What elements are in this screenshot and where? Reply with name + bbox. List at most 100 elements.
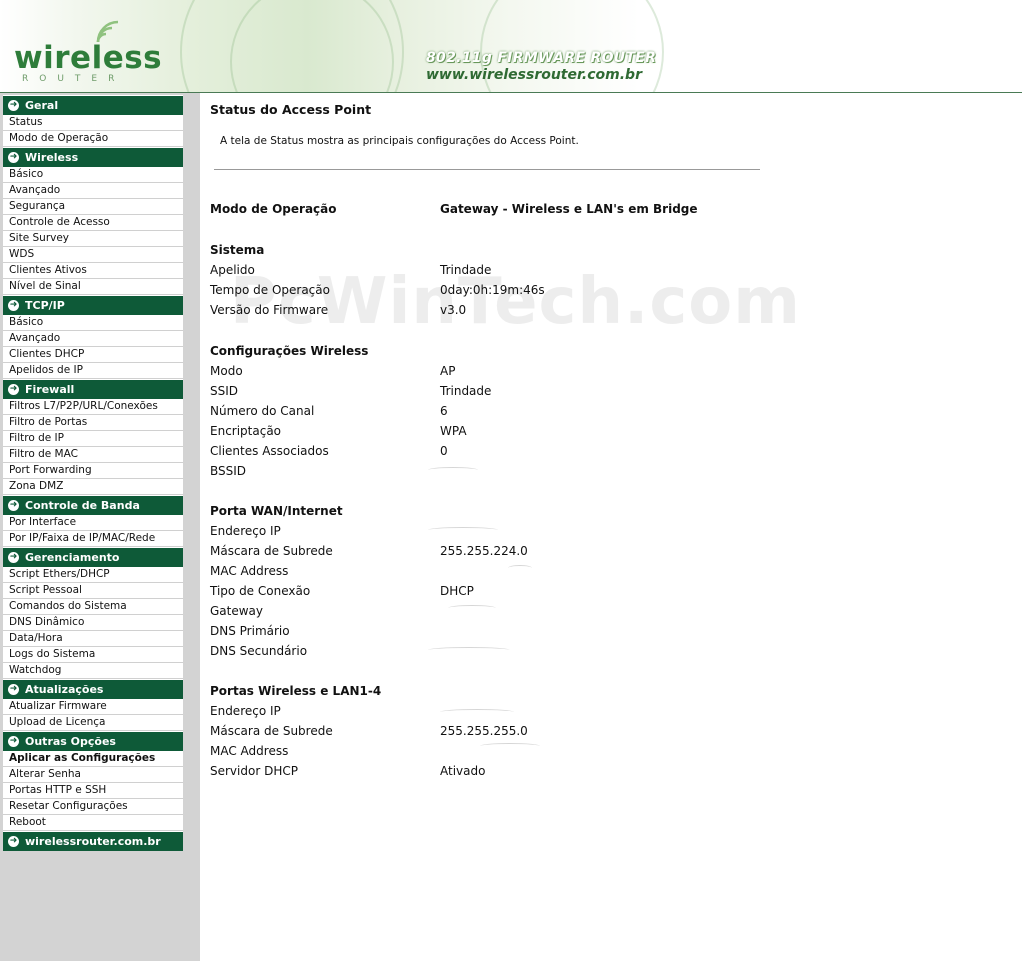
wan-row-label: MAC Address: [210, 564, 289, 578]
sidebar-item[interactable]: Aplicar as Configurações: [3, 751, 183, 767]
sidebar-section-title: Geral: [25, 99, 59, 112]
sidebar-section-5: ➜ Gerenciamento: [3, 547, 183, 567]
sidebar-item[interactable]: Logs do Sistema: [3, 647, 183, 663]
arrow-right-icon: ➜: [8, 384, 19, 395]
lan-row-value: Ativado: [440, 764, 486, 778]
wan-row-label: Máscara de Subrede: [210, 544, 333, 558]
section-heading-wireless: Configurações Wireless: [210, 344, 369, 358]
sidebar-item[interactable]: Clientes DHCP: [3, 347, 183, 363]
sidebar-item[interactable]: Port Forwarding: [3, 463, 183, 479]
sidebar-item[interactable]: DNS Dinâmico: [3, 615, 183, 631]
sidebar-item[interactable]: Apelidos de IP: [3, 363, 183, 379]
wireless-row-value: 0: [440, 444, 448, 458]
sidebar-item[interactable]: Controle de Acesso: [3, 215, 183, 231]
sidebar-item[interactable]: Filtro de IP: [3, 431, 183, 447]
sidebar-item[interactable]: WDS: [3, 247, 183, 263]
redacted-value-mark: [440, 709, 514, 715]
redacted-value-mark: [428, 467, 478, 473]
sidebar-section-7: ➜ Outras Opções: [3, 731, 183, 751]
firmware-url: www.wirelessrouter.com.br: [426, 67, 642, 83]
sidebar-section-6: ➜ Atualizações: [3, 679, 183, 699]
section-heading-wan: Porta WAN/Internet: [210, 504, 343, 518]
sidebar-item[interactable]: Filtro de Portas: [3, 415, 183, 431]
logo-wireless-text: wireless: [14, 40, 163, 76]
arrow-right-icon: ➜: [8, 684, 19, 695]
page-description: A tela de Status mostra as principais co…: [220, 135, 579, 147]
sidebar-section-3: ➜ Firewall: [3, 379, 183, 399]
sidebar-section-8[interactable]: ➜ wirelessrouter.com.br: [3, 831, 183, 851]
wan-row-label: DNS Secundário: [210, 644, 308, 658]
wan-row-value: DHCP: [440, 584, 474, 598]
wan-row-label: Gateway: [210, 604, 264, 618]
sidebar-item[interactable]: Nível de Sinal: [3, 279, 183, 295]
sidebar-section-title: Wireless: [25, 151, 79, 164]
wireless-row-label: Clientes Associados: [210, 444, 329, 458]
main-content: PcWinTech.com Status do Access Point A t…: [200, 93, 1022, 961]
sidebar-section-title: Firewall: [25, 383, 75, 396]
sidebar-item[interactable]: Reboot: [3, 815, 183, 831]
divider: [214, 169, 760, 170]
sidebar-section-0: ➜ Geral: [3, 95, 183, 115]
arrow-right-icon: ➜: [8, 100, 19, 111]
sidebar-item[interactable]: Básico: [3, 167, 183, 183]
arrow-right-icon: ➜: [8, 152, 19, 163]
wan-row-label: Tipo de Conexão: [210, 584, 311, 598]
sidebar-item[interactable]: Script Pessoal: [3, 583, 183, 599]
lan-row-label: Servidor DHCP: [210, 764, 298, 778]
sidebar: ➜ Geral Status Modo de Operação ➜ Wireless Bás…: [0, 93, 200, 961]
sidebar-section-title: Atualizações: [25, 683, 104, 696]
wireless-row-label: Número do Canal: [210, 404, 315, 418]
logo-router-text: ROUTER: [22, 74, 126, 84]
wireless-row-value: 6: [440, 404, 448, 418]
wan-row-label: Endereço IP: [210, 524, 281, 538]
section-heading-lan: Portas Wireless e LAN1-4: [210, 684, 382, 698]
sidebar-item[interactable]: Básico: [3, 315, 183, 331]
mode-value: Gateway - Wireless e LAN's em Bridge: [440, 202, 698, 216]
sidebar-item[interactable]: Portas HTTP e SSH: [3, 783, 183, 799]
sistema-row-value: Trindade: [440, 263, 492, 277]
redacted-value-mark: [508, 565, 532, 571]
mode-label: Modo de Operação: [210, 202, 337, 216]
sidebar-item[interactable]: Clientes Ativos: [3, 263, 183, 279]
sidebar-item[interactable]: Filtro de MAC: [3, 447, 183, 463]
sidebar-item[interactable]: Script Ethers/DHCP: [3, 567, 183, 583]
section-heading-sistema: Sistema: [210, 243, 265, 257]
sidebar-item[interactable]: Data/Hora: [3, 631, 183, 647]
sidebar-section-1: ➜ Wireless: [3, 147, 183, 167]
sidebar-section-title: Gerenciamento: [25, 551, 120, 564]
sidebar-item[interactable]: Filtros L7/P2P/URL/Conexões: [3, 399, 183, 415]
wan-row-label: DNS Primário: [210, 624, 290, 638]
redacted-value-mark: [428, 647, 510, 653]
header-banner: wireless ROUTER 802.11g FIRMWARE ROUTER …: [0, 0, 1022, 93]
sidebar-section-title: Controle de Banda: [25, 499, 140, 512]
sidebar-item[interactable]: Avançado: [3, 183, 183, 199]
wireless-row-label: Encriptação: [210, 424, 282, 438]
sistema-row-label: Versão do Firmware: [210, 303, 329, 317]
lan-row-label: MAC Address: [210, 744, 289, 758]
page-title: Status do Access Point: [210, 102, 372, 117]
sidebar-item[interactable]: Zona DMZ: [3, 479, 183, 495]
sidebar-item[interactable]: Por Interface: [3, 515, 183, 531]
wireless-row-value: WPA: [440, 424, 467, 438]
sidebar-item[interactable]: Site Survey: [3, 231, 183, 247]
sidebar-item[interactable]: Avançado: [3, 331, 183, 347]
redacted-value-mark: [448, 605, 496, 611]
sidebar-item[interactable]: Watchdog: [3, 663, 183, 679]
sidebar-item[interactable]: Comandos do Sistema: [3, 599, 183, 615]
wireless-row-value: Trindade: [440, 384, 492, 398]
sidebar-item[interactable]: Modo de Operação: [3, 131, 183, 147]
sidebar-item[interactable]: Segurança: [3, 199, 183, 215]
sidebar-item[interactable]: Atualizar Firmware: [3, 699, 183, 715]
arrow-right-icon: ➜: [8, 500, 19, 511]
sidebar-menu: ➜ Geral Status Modo de Operação ➜ Wireless Bás…: [3, 95, 183, 851]
firmware-title: 802.11g FIRMWARE ROUTER: [426, 50, 657, 66]
sidebar-item[interactable]: Status: [3, 115, 183, 131]
sidebar-item[interactable]: Alterar Senha: [3, 767, 183, 783]
wan-row-value: 255.255.224.0: [440, 544, 528, 558]
lan-row-label: Endereço IP: [210, 704, 281, 718]
sidebar-item[interactable]: Upload de Licença: [3, 715, 183, 731]
sidebar-item[interactable]: Por IP/Faixa de IP/MAC/Rede: [3, 531, 183, 547]
lan-row-label: Máscara de Subrede: [210, 724, 333, 738]
sidebar-item[interactable]: Resetar Configurações: [3, 799, 183, 815]
sidebar-section-title: TCP/IP: [25, 299, 65, 312]
